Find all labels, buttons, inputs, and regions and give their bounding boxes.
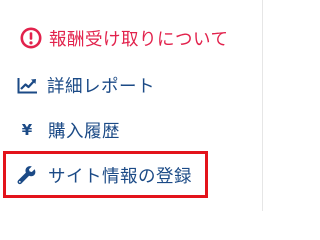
yen-icon: ¥ (21, 121, 33, 139)
menu-item-detailed-report[interactable]: 詳細レポート (16, 72, 155, 98)
alert-circle-icon (19, 26, 43, 50)
line-chart-icon (16, 76, 38, 94)
menu-item-label: 報酬受け取りについて (49, 29, 229, 50)
menu-item-label: 詳細レポート (47, 76, 155, 97)
menu-item-purchase-history[interactable]: ¥ 購入履歴 (16, 117, 120, 143)
menu-item-label: 購入履歴 (48, 121, 120, 142)
highlight-box (3, 151, 208, 198)
divider (262, 0, 263, 211)
sidebar-menu: 報酬受け取りについて 詳細レポート ¥ 購入履歴 サイト情報の登録 (0, 0, 267, 211)
menu-item-reward-info[interactable]: 報酬受け取りについて (19, 24, 228, 52)
